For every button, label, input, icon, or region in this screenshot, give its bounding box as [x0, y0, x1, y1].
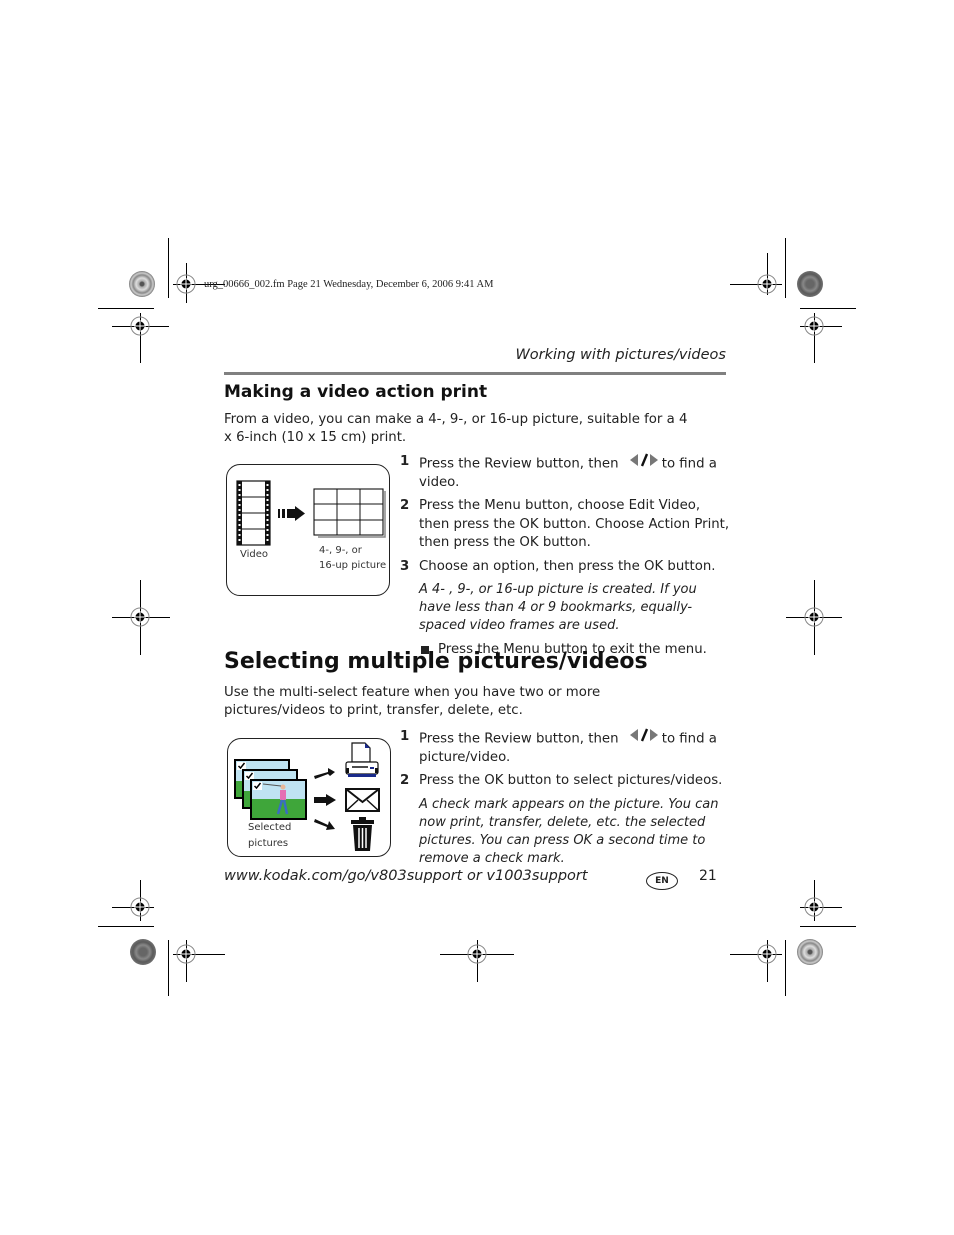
selected-label-line1: Selected: [248, 822, 292, 833]
step-note: A 4- , 9-, or 16-up picture is created. …: [419, 582, 697, 634]
arrow-to-email-icon: [314, 794, 336, 806]
support-url-link[interactable]: www.kodak.com/go/v803support or v1003sup…: [224, 868, 588, 884]
output-label-line1: 4-, 9-, or: [319, 545, 362, 556]
registration-mark-icon: [755, 272, 779, 296]
crop-line: [168, 238, 169, 298]
header-rule: [224, 372, 726, 375]
running-head: Working with pictures/videos: [515, 347, 726, 363]
registration-mark-icon: [174, 942, 198, 966]
language-badge: EN: [646, 872, 678, 890]
crop-line: [98, 308, 154, 309]
step-item: 3 Choose an option, then press the OK bu…: [400, 558, 730, 577]
registration-mark-icon: [802, 605, 826, 629]
crop-line: [98, 926, 154, 927]
step-text: Choose an option, then press the OK butt…: [419, 558, 716, 574]
color-rosette-icon: [129, 271, 155, 297]
printer-icon: [345, 742, 379, 777]
step-item: 2 Press the Menu button, choose Edit Vid…: [400, 497, 730, 553]
step-number: 2: [400, 498, 410, 514]
step-number: 2: [400, 773, 410, 789]
section-intro: From a video, you can make a 4-, 9-, or …: [224, 412, 688, 445]
step-note: A check mark appears on the picture. You…: [419, 796, 719, 866]
registration-mark-icon: [128, 605, 152, 629]
selected-photos-icon: [234, 759, 307, 820]
step-text: Press the Review button, then: [419, 456, 619, 472]
crop-line: [785, 940, 786, 996]
color-rosette-icon: [797, 939, 823, 965]
registration-mark-icon: [802, 314, 826, 338]
step-text: Press the Review button, then: [419, 731, 619, 747]
step-item: 1 Press the Review button, then to find …: [400, 453, 730, 492]
crop-line: [168, 940, 169, 996]
section-intro: Use the multi-select feature when you ha…: [224, 685, 601, 718]
step-number: 3: [400, 558, 410, 574]
envelope-icon: [345, 788, 380, 812]
color-rosette-icon: [130, 939, 156, 965]
step-number: 1: [400, 729, 410, 744]
section-heading-video-action-print: Making a video action print: [224, 382, 488, 402]
registration-mark-icon: [128, 895, 152, 919]
film-strip-icon: [236, 480, 271, 546]
video-to-grid-illustration: [236, 480, 386, 546]
crop-line: [800, 308, 856, 309]
video-label: Video: [240, 549, 269, 560]
left-right-arrows-icon: [629, 453, 659, 474]
left-right-arrows-icon: [629, 728, 659, 749]
video-action-print-steps: 1 Press the Review button, then to find …: [400, 453, 730, 659]
arrow-to-delete-icon: [314, 819, 335, 830]
step-text: Press the OK button to select pictures/v…: [419, 773, 723, 789]
color-rosette-icon: [797, 271, 823, 297]
multi-select-figure: Selected pictures: [227, 738, 391, 857]
multi-select-steps: 1 Press the Review button, then to find …: [400, 728, 730, 874]
trash-can-icon: [351, 817, 374, 851]
arrow-to-print-icon: [314, 768, 335, 779]
step-number: 1: [400, 454, 410, 469]
registration-mark-icon: [465, 942, 489, 966]
page-number: 21: [699, 868, 717, 884]
registration-mark-icon: [128, 314, 152, 338]
section-heading-selecting-multiple: Selecting multiple pictures/videos: [224, 649, 648, 674]
crop-line: [800, 926, 856, 927]
video-action-print-figure: Video 4-, 9-, or 16-up picture: [226, 464, 390, 596]
file-slug: urg_00666_002.fm Page 21 Wednesday, Dece…: [204, 279, 494, 290]
registration-mark-icon: [174, 272, 198, 296]
arrow-right-icon: [278, 506, 305, 521]
registration-mark-icon: [802, 895, 826, 919]
selected-label-line2: pictures: [248, 838, 289, 849]
step-item: 1 Press the Review button, then to find …: [400, 728, 730, 767]
step-item: 2 Press the OK button to select pictures…: [400, 772, 730, 791]
output-label-line2: 16-up picture: [319, 560, 387, 571]
step-text: Press the Menu button, choose Edit Video…: [419, 498, 730, 551]
registration-mark-icon: [755, 942, 779, 966]
crop-line: [785, 238, 786, 298]
grid-picture-icon: [313, 488, 386, 538]
